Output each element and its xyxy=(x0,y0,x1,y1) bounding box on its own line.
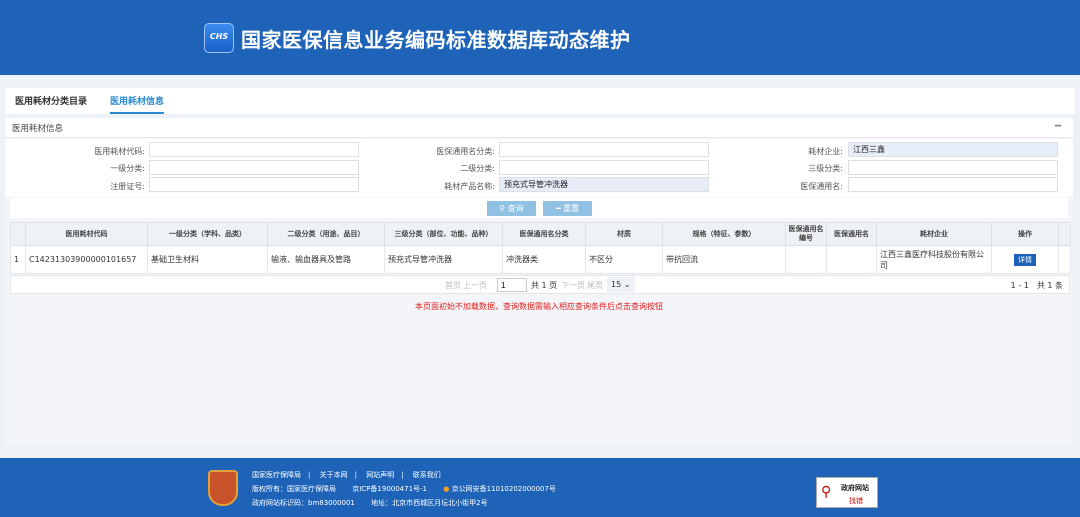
tab-category-catalog[interactable]: 医用耗材分类目录 xyxy=(15,94,87,112)
consumable-info-panel: 医用耗材信息 ━ 医用耗材代码: 医保通用名分类: 耗材企业: 一级分类: 二级… xyxy=(5,118,1073,445)
tab-consumable-info[interactable]: 医用耗材信息 xyxy=(110,94,165,114)
address: 地址：北京市西城区月坛北小街甲2号 xyxy=(371,499,488,507)
last-page-link[interactable]: 尾页 xyxy=(587,280,603,291)
cell-index: 1 xyxy=(10,245,26,274)
cell-company: 江西三鑫医疗科技股份有限公司 xyxy=(876,245,992,274)
cell-material: 不区分 xyxy=(585,245,663,274)
police-badge-icon: ● xyxy=(443,485,450,493)
code-input[interactable] xyxy=(149,142,359,157)
table-row[interactable]: 1 C14231303900000101657 基础卫生材料 输液、输血器具及管… xyxy=(10,245,1071,274)
footer-address-line: 政府网站标识码：bm83000001 地址：北京市西城区月坛北小街甲2号 xyxy=(252,498,488,508)
level3-input[interactable] xyxy=(848,160,1058,175)
cell-code: C14231303900000101657 xyxy=(25,245,148,274)
company-label: 耗材企业: xyxy=(808,147,843,156)
cell-level3: 预充式导管冲洗器 xyxy=(384,245,503,274)
product-name-input[interactable] xyxy=(499,177,709,192)
footer-links: 国家医疗保障局 | 关于本网 | 网站声明 | 联系我们 xyxy=(252,471,441,479)
panel-header: 医用耗材信息 ━ xyxy=(5,118,1073,138)
national-emblem-icon xyxy=(208,470,238,506)
col-yb-code[interactable]: 医保通用名编号 xyxy=(785,222,827,246)
level1-input[interactable] xyxy=(149,160,359,175)
col-spacer xyxy=(1058,222,1071,246)
company-input[interactable] xyxy=(848,142,1058,157)
record-summary: 1 - 1 共 1 条 xyxy=(1010,281,1063,290)
cell-action: 详情 xyxy=(991,245,1059,274)
pagination: 首页 上一页 共 1 页 下一页 尾页 15 ⌄ 1 - 1 共 1 条 xyxy=(10,275,1070,294)
col-level2[interactable]: 二级分类（用途、品目） xyxy=(267,222,385,246)
header: CHS 国家医保信息业务编码标准数据库动态维护 xyxy=(0,0,1080,75)
total-pages: 共 1 页 xyxy=(531,281,558,290)
footer-link-statement[interactable]: 网站声明 xyxy=(366,471,394,479)
results-table: 医用耗材代码 一级分类（学科、品类） 二级分类（用途、品目） 三级分类（部位、功… xyxy=(10,222,1071,274)
yb-category-input[interactable] xyxy=(499,142,709,157)
code-label: 医用耗材代码: xyxy=(94,147,145,156)
tab-bar: 医用耗材分类目录 医用耗材信息 xyxy=(5,88,1075,114)
reset-button[interactable]: ━ 重置 xyxy=(543,201,592,216)
icp-link[interactable]: 京ICP备19000471号-1 xyxy=(352,485,427,493)
panel-title: 医用耗材信息 xyxy=(12,124,64,134)
cell-yb-category: 冲洗器类 xyxy=(502,245,586,274)
reg-no-label: 注册证号: xyxy=(110,182,145,191)
col-yb-name[interactable]: 医保通用名 xyxy=(826,222,877,246)
col-level3[interactable]: 三级分类（部位、功能、品种） xyxy=(384,222,503,246)
cell-yb-code xyxy=(785,245,827,274)
cell-level1: 基础卫生材料 xyxy=(147,245,268,274)
col-level1[interactable]: 一级分类（学科、品类） xyxy=(147,222,268,246)
prev-page-link[interactable]: 上一页 xyxy=(463,280,487,291)
cell-spacer xyxy=(1058,245,1071,274)
site-id: 政府网站标识码：bm83000001 xyxy=(252,499,355,507)
chevron-down-icon: ⌄ xyxy=(623,280,631,289)
level3-label: 三级分类: xyxy=(808,164,843,173)
col-code[interactable]: 医用耗材代码 xyxy=(25,222,148,246)
search-icon: ⚲ xyxy=(499,204,508,213)
copyright: 版权所有：国家医疗保障局 xyxy=(252,485,336,493)
next-page-link[interactable]: 下一页 xyxy=(561,280,585,291)
table-header-row: 医用耗材代码 一级分类（学科、品类） 二级分类（用途、品目） 三级分类（部位、功… xyxy=(10,222,1071,246)
col-index xyxy=(10,222,26,246)
hint-message: 本页面初始不加载数据，查询数据需输入相应查询条件后点击查询按钮 xyxy=(415,302,663,311)
police-record-link[interactable]: 京公网安备11010202000007号 xyxy=(452,485,556,493)
page-title: 国家医保信息业务编码标准数据库动态维护 xyxy=(241,28,631,52)
cell-spec: 带抗回流 xyxy=(662,245,786,274)
detail-button[interactable]: 详情 xyxy=(1014,253,1036,266)
page-size-select[interactable]: 15 ⌄ xyxy=(607,277,635,292)
level2-input[interactable] xyxy=(499,160,709,175)
chs-logo: CHS xyxy=(204,23,234,53)
yb-name-label: 医保通用名: xyxy=(800,182,843,191)
gov-site-error-report-button[interactable]: ⚲ 政府网站 找错 xyxy=(816,477,878,508)
product-name-label: 耗材产品名称: xyxy=(444,182,495,191)
cell-level2: 输液、输血器具及管路 xyxy=(267,245,385,274)
query-button[interactable]: ⚲ 查询 xyxy=(487,201,536,216)
footer-link-nhsa[interactable]: 国家医疗保障局 xyxy=(252,471,301,479)
magnifier-icon: ⚲ xyxy=(821,484,832,500)
page-number-input[interactable] xyxy=(497,278,527,292)
button-row: ⚲ 查询 ━ 重置 xyxy=(10,198,1068,218)
minus-icon[interactable]: ━ xyxy=(1055,121,1061,132)
reg-no-input[interactable] xyxy=(149,177,359,192)
cell-yb-name xyxy=(826,245,877,274)
yb-category-label: 医保通用名分类: xyxy=(436,147,495,156)
level1-label: 一级分类: xyxy=(110,164,145,173)
col-yb-category[interactable]: 医保通用名分类 xyxy=(502,222,586,246)
footer: 国家医疗保障局 | 关于本网 | 网站声明 | 联系我们 版权所有：国家医疗保障… xyxy=(0,458,1080,517)
footer-link-about[interactable]: 关于本网 xyxy=(320,471,348,479)
footer-link-contact[interactable]: 联系我们 xyxy=(413,471,441,479)
footer-copyright-line: 版权所有：国家医疗保障局 京ICP备19000471号-1 ● 京公网安备110… xyxy=(252,484,556,494)
col-company[interactable]: 耗材企业 xyxy=(876,222,992,246)
search-form: 医用耗材代码: 医保通用名分类: 耗材企业: 一级分类: 二级分类: 三级分类:… xyxy=(5,139,1073,197)
col-spec[interactable]: 规格（特征、参数） xyxy=(662,222,786,246)
col-action: 操作 xyxy=(991,222,1059,246)
yb-name-input[interactable] xyxy=(848,177,1058,192)
first-page-link[interactable]: 首页 xyxy=(445,280,461,291)
level2-label: 二级分类: xyxy=(460,164,495,173)
col-material[interactable]: 材质 xyxy=(585,222,663,246)
